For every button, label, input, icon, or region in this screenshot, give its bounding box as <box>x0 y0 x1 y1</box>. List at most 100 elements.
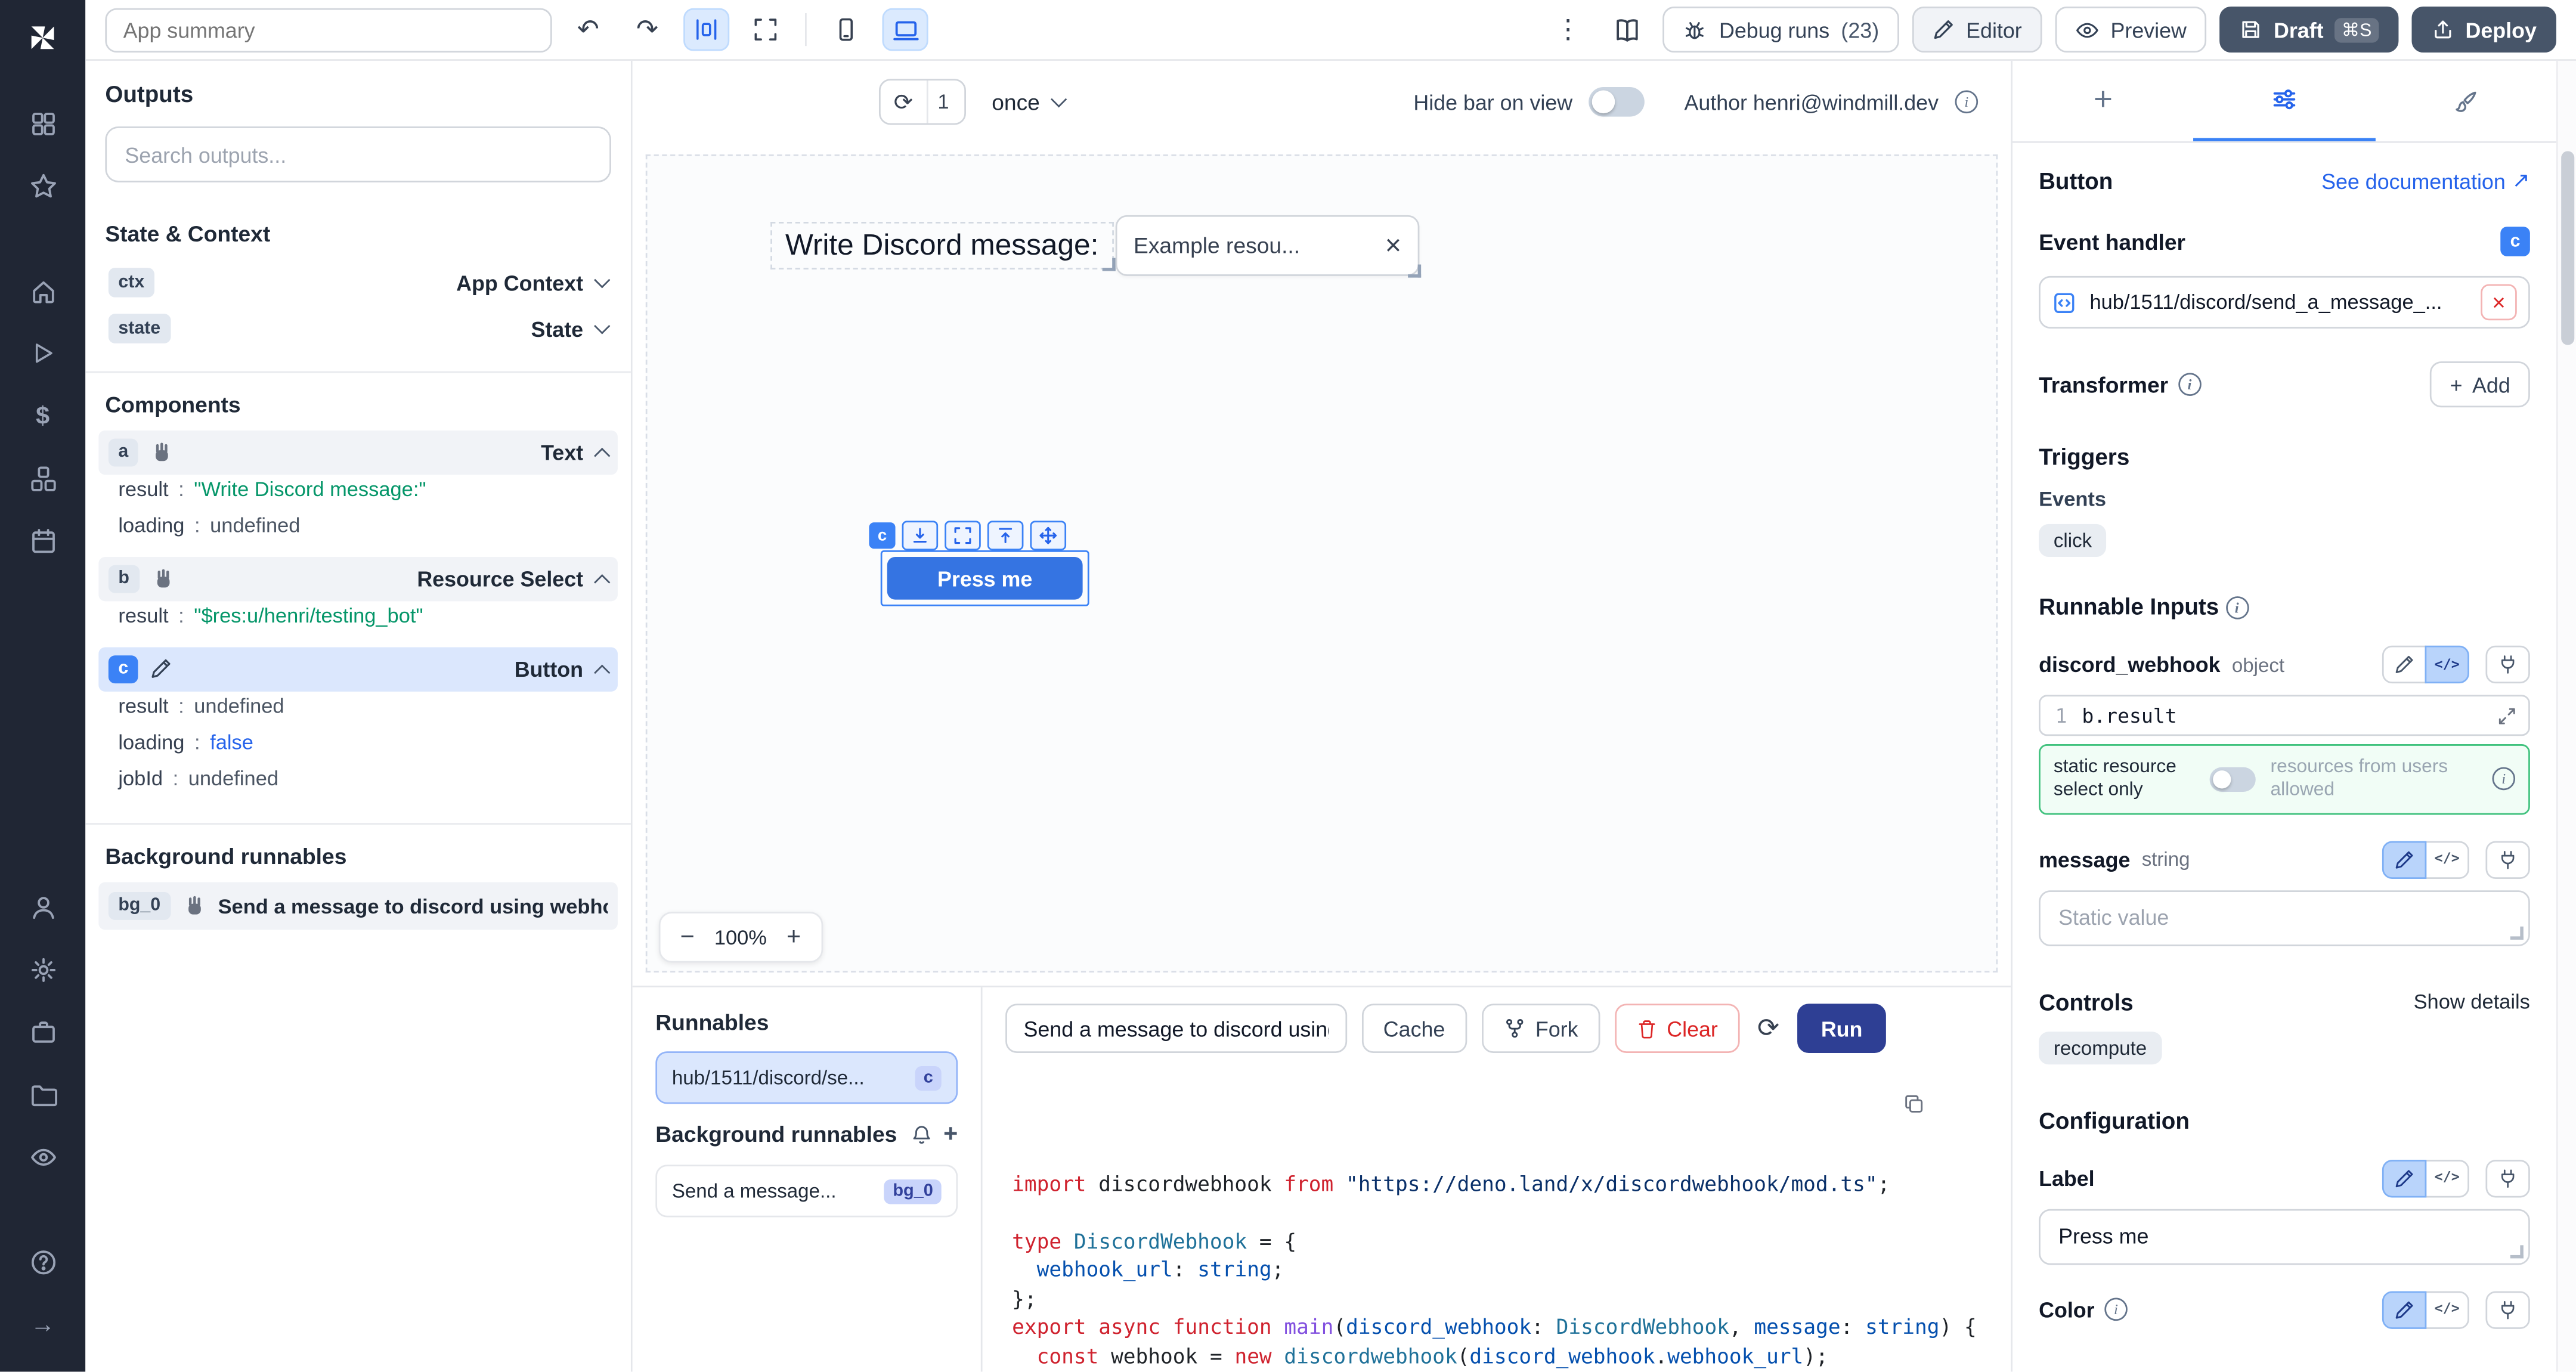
chevron-down-icon[interactable] <box>594 272 610 288</box>
redo-button[interactable]: ↷ <box>624 8 670 51</box>
debug-runs-button[interactable]: Debug runs (23) <box>1663 7 1899 52</box>
deploy-button[interactable]: Deploy <box>2411 7 2556 52</box>
chevron-up-icon[interactable] <box>594 665 610 681</box>
draft-button[interactable]: Draft ⌘S <box>2219 7 2398 52</box>
variables-dollar-icon[interactable]: $ <box>15 388 71 444</box>
home-icon[interactable] <box>15 263 71 319</box>
state-row[interactable]: state State <box>105 305 611 351</box>
settings-gear-icon[interactable] <box>15 941 71 998</box>
release-icon[interactable] <box>987 521 1024 550</box>
add-background-runnable-button[interactable]: + <box>943 1120 958 1148</box>
eval-input-button[interactable]: </> <box>2425 1159 2469 1197</box>
info-icon[interactable]: i <box>2178 373 2202 396</box>
runnable-item[interactable]: hub/1511/discord/se... c <box>655 1051 958 1104</box>
auto-layout-button[interactable] <box>683 8 729 51</box>
text-component[interactable]: Write Discord message: <box>770 222 1113 270</box>
chevron-up-icon[interactable] <box>594 448 610 464</box>
styling-tab[interactable] <box>2375 61 2556 141</box>
code-editor[interactable]: import discordwebhook from "https://deno… <box>983 1066 2011 1371</box>
runs-play-icon[interactable] <box>15 326 71 382</box>
refresh-result-button[interactable]: ⟳ <box>1754 1012 1782 1045</box>
connect-input-button[interactable] <box>2485 841 2529 878</box>
app-summary-input[interactable] <box>105 7 552 51</box>
runnable-name-input[interactable] <box>1005 1004 1347 1053</box>
zoom-in-button[interactable]: + <box>787 925 801 949</box>
see-documentation-link[interactable]: See documentation↗ <box>2321 168 2530 194</box>
expand-icon[interactable] <box>945 521 981 550</box>
connect-input-button[interactable] <box>2485 646 2529 683</box>
add-transformer-button[interactable]: +Add <box>2431 361 2530 407</box>
run-button[interactable]: Run <box>1797 1004 1886 1053</box>
runnable-reference-box[interactable]: hub/1511/discord/send_a_message_... × <box>2039 276 2530 329</box>
preview-tab-button[interactable]: Preview <box>2055 7 2206 52</box>
eval-input-button[interactable]: </> <box>2425 646 2469 683</box>
expand-sidebar-icon[interactable]: → <box>15 1296 71 1352</box>
connect-input-button[interactable] <box>2485 1291 2529 1328</box>
refresh-all-button[interactable]: ⟳ 1 <box>879 79 965 125</box>
background-runnable-item[interactable]: Send a message... bg_0 <box>655 1165 958 1217</box>
resource-select-component[interactable]: Example resou... × <box>1116 215 1420 276</box>
app-canvas[interactable]: Write Discord message: Example resou... … <box>646 154 1998 973</box>
refresh-mode-dropdown[interactable]: once <box>992 89 1064 114</box>
static-resource-toggle[interactable] <box>2210 767 2256 791</box>
move-icon[interactable] <box>1030 521 1066 550</box>
press-me-button[interactable]: Press me <box>887 557 1083 600</box>
label-input[interactable] <box>2039 1209 2530 1265</box>
button-component-selection[interactable]: c Press me <box>881 550 1089 606</box>
ctx-row[interactable]: ctx App Context <box>105 259 611 305</box>
resources-boxes-icon[interactable] <box>15 450 71 506</box>
undo-button[interactable]: ↶ <box>565 8 611 51</box>
window-scrollbar[interactable] <box>2556 61 2576 1372</box>
apps-grid-icon[interactable] <box>15 95 71 151</box>
show-details-button[interactable]: Show details <box>2414 990 2530 1014</box>
desktop-view-button[interactable] <box>882 8 928 51</box>
groups-eye-icon[interactable] <box>15 1129 71 1185</box>
folders-icon[interactable] <box>15 1066 71 1122</box>
info-icon[interactable]: i <box>2225 596 2249 620</box>
background-runnable-row[interactable]: bg_0 Send a message to discord using web… <box>98 882 618 930</box>
static-input-button[interactable] <box>2382 1159 2426 1197</box>
user-icon[interactable] <box>15 879 71 935</box>
component-settings-tab[interactable] <box>2194 61 2375 141</box>
eval-input-button[interactable]: </> <box>2425 1291 2469 1328</box>
fork-button[interactable]: Fork <box>1481 1004 1599 1053</box>
clear-select-icon[interactable]: × <box>1385 231 1401 259</box>
schedules-calendar-icon[interactable] <box>15 513 71 569</box>
message-static-input[interactable] <box>2039 890 2530 946</box>
chevron-up-icon[interactable] <box>594 574 610 590</box>
help-icon[interactable] <box>15 1234 71 1290</box>
component-c-header[interactable]: c Button <box>98 648 618 692</box>
hide-bar-toggle[interactable] <box>1589 87 1645 117</box>
component-a-header[interactable]: a Text <box>98 431 618 475</box>
fill-height-icon[interactable] <box>902 521 939 550</box>
connect-input-button[interactable] <box>2485 1159 2529 1197</box>
copy-code-button[interactable] <box>1902 1092 1925 1116</box>
info-icon[interactable]: i <box>1955 91 1979 114</box>
static-input-button[interactable] <box>2382 841 2426 878</box>
runnable-item-badge: c <box>915 1066 942 1090</box>
workers-briefcase-icon[interactable] <box>15 1004 71 1060</box>
cache-button[interactable]: Cache <box>1362 1004 1466 1053</box>
zoom-out-button[interactable]: − <box>680 925 695 949</box>
editor-tab-button[interactable]: Editor <box>1912 7 2042 52</box>
mobile-view-button[interactable] <box>823 8 869 51</box>
clear-button[interactable]: Clear <box>1614 1004 1739 1053</box>
scrollbar-thumb[interactable] <box>2561 151 2574 345</box>
info-icon[interactable]: i <box>2104 1298 2128 1321</box>
insert-component-tab[interactable]: + <box>2012 61 2194 141</box>
docs-button[interactable] <box>1604 8 1650 51</box>
info-icon[interactable]: i <box>2492 768 2515 791</box>
static-input-button[interactable] <box>2382 1291 2426 1328</box>
outputs-search-input[interactable] <box>105 126 611 182</box>
field-name: Label <box>2039 1166 2095 1190</box>
expression-editor[interactable]: 1 b.result <box>2039 695 2530 736</box>
component-b-header[interactable]: b Resource Select <box>98 557 618 601</box>
chevron-down-icon[interactable] <box>594 318 610 334</box>
static-input-button[interactable] <box>2382 646 2426 683</box>
eval-input-button[interactable]: </> <box>2425 841 2469 878</box>
fullscreen-button[interactable] <box>742 8 788 51</box>
remove-runnable-button[interactable]: × <box>2481 284 2517 321</box>
more-menu-button[interactable]: ⋮ <box>1545 8 1591 51</box>
expand-editor-icon[interactable] <box>2485 705 2528 725</box>
favorites-star-icon[interactable] <box>15 157 71 213</box>
